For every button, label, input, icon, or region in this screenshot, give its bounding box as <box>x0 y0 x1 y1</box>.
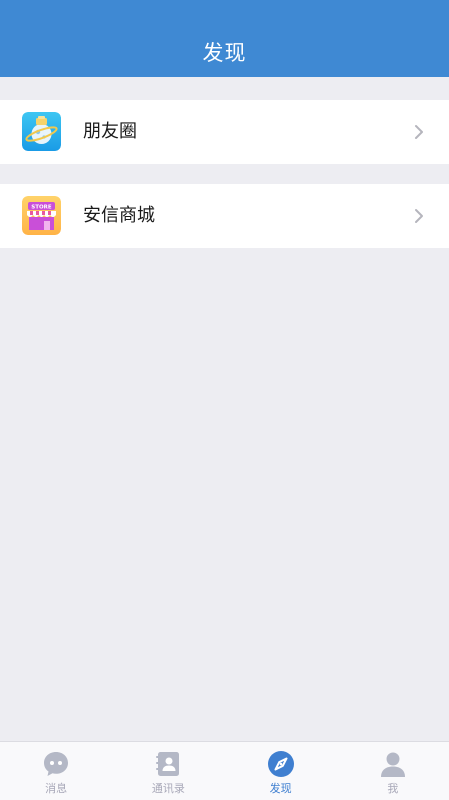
menu-item-label: 朋友圈 <box>83 121 137 142</box>
tab-contacts[interactable]: 通讯录 <box>112 742 224 800</box>
tab-label: 通讯录 <box>151 782 185 795</box>
menu-item-store[interactable]: STORE 安信商城 <box>0 184 449 248</box>
moments-planet-icon <box>22 112 61 151</box>
menu-item-label: 安信商城 <box>83 205 155 226</box>
tab-label: 发现 <box>269 782 292 795</box>
store-shop-icon: STORE <box>22 196 61 235</box>
app-header: 发现 <box>0 0 449 77</box>
chat-bubble-icon <box>44 752 69 776</box>
contacts-book-icon <box>156 752 180 776</box>
tab-messages[interactable]: 消息 <box>0 742 112 800</box>
compass-icon <box>267 751 294 777</box>
tab-label: 我 <box>387 782 399 795</box>
menu-item-moments[interactable]: 朋友圈 <box>0 100 449 164</box>
store-sign-text: STORE <box>31 204 52 210</box>
person-icon <box>380 752 405 777</box>
tab-label: 消息 <box>45 782 68 795</box>
chevron-right-icon <box>415 209 423 223</box>
tab-discover[interactable]: 发现 <box>225 742 337 800</box>
page-title: 发现 <box>202 40 247 65</box>
bottom-tab-bar: 消息 通讯录 发现 我 <box>0 741 449 800</box>
chevron-right-icon <box>415 125 423 139</box>
tab-me[interactable]: 我 <box>337 742 449 800</box>
